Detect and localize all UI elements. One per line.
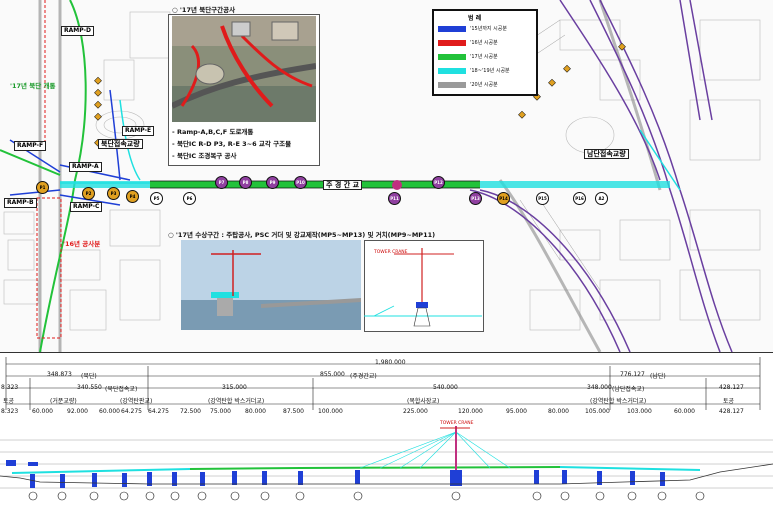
legend-swatch	[438, 39, 466, 46]
total-length: 1,980.000	[375, 359, 406, 366]
pier-p13: P13	[469, 192, 482, 205]
pier-p16: P16	[573, 192, 586, 205]
span-10: 87.500	[283, 408, 304, 415]
legend-label: '15년까지 시공분	[470, 26, 507, 32]
span-2: 60.000	[32, 408, 53, 415]
span-19: 428.127	[719, 408, 744, 415]
span-4: 60.000	[99, 408, 120, 415]
pier-a2: A2	[595, 192, 608, 205]
span-13: 120.000	[458, 408, 483, 415]
river-photo	[181, 240, 361, 330]
pier-p14: P14	[497, 192, 510, 205]
legend-swatch	[438, 81, 466, 88]
top-span-north: 348.873	[47, 371, 72, 378]
profile-tower-label: TOWER CRANE	[440, 421, 474, 426]
top-span-south-label: (남단)	[650, 373, 666, 380]
pier-p15: P15	[536, 192, 549, 205]
legend-item: '20년 시공분	[438, 81, 498, 88]
south-bridge-label: 남단접속교량	[584, 149, 629, 159]
sub-label-6: (강역탄합 박스거더교)	[590, 398, 647, 405]
legend-swatch	[438, 25, 466, 32]
sub-label-4: (강역탄합 박스거더교)	[208, 398, 265, 405]
north-aerial-photo	[172, 16, 316, 122]
top-span-north-label: (북단)	[81, 373, 97, 380]
pier-p1: P1	[36, 181, 49, 194]
pier-p12: P12	[432, 176, 445, 189]
mid-span-5-label: (남단접속교)	[612, 386, 645, 393]
legend-item: '15년까지 시공분	[438, 25, 507, 32]
ramp-b-label: RAMP-B	[4, 198, 37, 208]
opened-17-label: '17년 북단 개통	[10, 82, 56, 90]
pier-p5: P5	[150, 192, 163, 205]
legend-item: '16년 시공분	[438, 39, 498, 46]
legend-label: '20년 시공분	[470, 82, 498, 88]
top-span-main-label: (주경간교)	[350, 373, 377, 380]
legend-item: '18~'19년 시공분	[438, 67, 510, 74]
pier-p8: P8	[239, 176, 252, 189]
sub-label-3: (강역탄판교)	[120, 398, 153, 405]
mid-span-2: 340.550	[77, 384, 102, 391]
legend-label: '18~'19년 시공분	[470, 68, 510, 74]
mid-span-5: 348.000	[587, 384, 612, 391]
legend-swatch	[438, 67, 466, 74]
pier-p4: P4	[126, 190, 139, 203]
pier-p3: P3	[107, 187, 120, 200]
sub-label-2: (거푼교량)	[50, 398, 77, 405]
opened-16-label: '16년 공사분	[63, 240, 101, 248]
legend: 범 례 '15년까지 시공분 '16년 시공분 '17년 시공분 '18~'19…	[432, 9, 538, 96]
drawing-frame: RAMP-D RAMP-E RAMP-F RAMP-A RAMP-B RAMP-…	[0, 0, 773, 505]
span-9: 80.000	[245, 408, 266, 415]
span-12: 225.000	[403, 408, 428, 415]
span-18: 60.000	[674, 408, 695, 415]
legend-swatch	[438, 53, 466, 60]
pier-p10: P10	[294, 176, 307, 189]
mid-span-2-label: (북단접속교)	[105, 386, 138, 393]
ramp-d-label: RAMP-D	[61, 26, 94, 36]
pier-p11: P11	[388, 192, 401, 205]
span-1: 8.323	[1, 408, 19, 415]
sub-label-1: 토공	[3, 398, 15, 405]
bridge-profile	[0, 426, 773, 501]
mid-span-4: 540.000	[433, 384, 458, 391]
pier-p2: P2	[82, 187, 95, 200]
span-17: 103.000	[627, 408, 652, 415]
span-3: 92.000	[67, 408, 88, 415]
mid-span-1: 8.323	[1, 384, 19, 391]
span-11: 100.000	[318, 408, 343, 415]
mid-span-6: 428.127	[719, 384, 744, 391]
ramp-f-label: RAMP-F	[14, 141, 47, 151]
ramp-a-label: RAMP-A	[69, 162, 102, 172]
legend-title: 범 례	[468, 15, 482, 22]
north-bridge-label: 북단접속교량	[98, 139, 143, 149]
main-bridge-label: 주 경 간 교	[323, 180, 363, 190]
span-8: 75.000	[210, 408, 231, 415]
span-15: 80.000	[548, 408, 569, 415]
pier-p6: P6	[183, 192, 196, 205]
tower-drawing-label: TOWER CRANE	[374, 250, 408, 255]
river-section-title: ○ '17년 수상구간 : 주탑공사, PSC 거더 및 강교제작(MP5~MP…	[168, 231, 436, 239]
pier-p7: P7	[215, 176, 228, 189]
span-16: 105.000	[585, 408, 610, 415]
sub-label-5: (복합사장교)	[407, 398, 440, 405]
span-6: 64.275	[148, 408, 169, 415]
north-note-2: - 북단IC R-D P3, R-E 3~6 교각 구조물	[172, 140, 292, 148]
span-7: 72.500	[180, 408, 201, 415]
north-note-3: - 북단IC 조경복구 공사	[172, 152, 237, 160]
legend-item: '17년 시공분	[438, 53, 498, 60]
north-note-1: - Ramp-A,B,C,F 도로개통	[172, 128, 254, 136]
north-section-title: ○ '17년 북단구간공사	[172, 6, 236, 14]
span-14: 95.000	[506, 408, 527, 415]
ramp-e-label: RAMP-E	[122, 126, 155, 136]
span-5: 64.275	[121, 408, 142, 415]
mid-span-3: 315.000	[222, 384, 247, 391]
top-span-main: 855.000	[320, 371, 345, 378]
legend-label: '17년 시공분	[470, 54, 498, 60]
ramp-c-label: RAMP-C	[70, 202, 103, 212]
top-span-south: 776.127	[620, 371, 645, 378]
pier-p9: P9	[266, 176, 279, 189]
legend-label: '16년 시공분	[470, 40, 498, 46]
sub-label-7: 토공	[723, 398, 735, 405]
